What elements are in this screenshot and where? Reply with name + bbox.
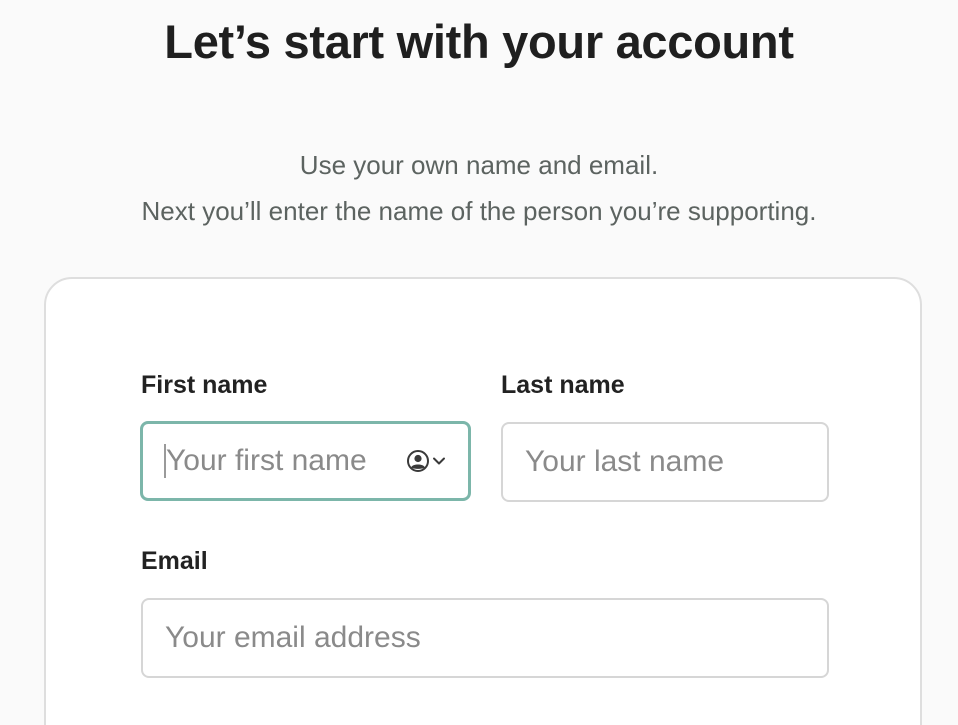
page-subtitle: Use your own name and email. Next you’ll…: [0, 142, 958, 234]
subtitle-line-2: Next you’ll enter the name of the person…: [141, 196, 817, 226]
first-name-field[interactable]: [140, 421, 471, 501]
page-title: Let’s start with your account: [164, 15, 794, 68]
last-name-label: Last name: [501, 371, 625, 399]
account-form-card: First name Last name Email: [44, 277, 922, 725]
signup-page: Let’s start with your account Use your o…: [0, 0, 958, 725]
email-input[interactable]: [165, 621, 805, 655]
first-name-label: First name: [141, 371, 268, 399]
email-field[interactable]: [141, 598, 829, 678]
autofill-button[interactable]: [406, 449, 446, 473]
last-name-input[interactable]: [525, 445, 805, 479]
first-name-input[interactable]: [166, 444, 400, 478]
chevron-down-icon: [433, 457, 445, 465]
email-label: Email: [141, 547, 208, 575]
subtitle-line-1: Use your own name and email.: [299, 150, 659, 180]
last-name-field[interactable]: [501, 422, 829, 502]
person-circle-icon: [407, 450, 429, 472]
